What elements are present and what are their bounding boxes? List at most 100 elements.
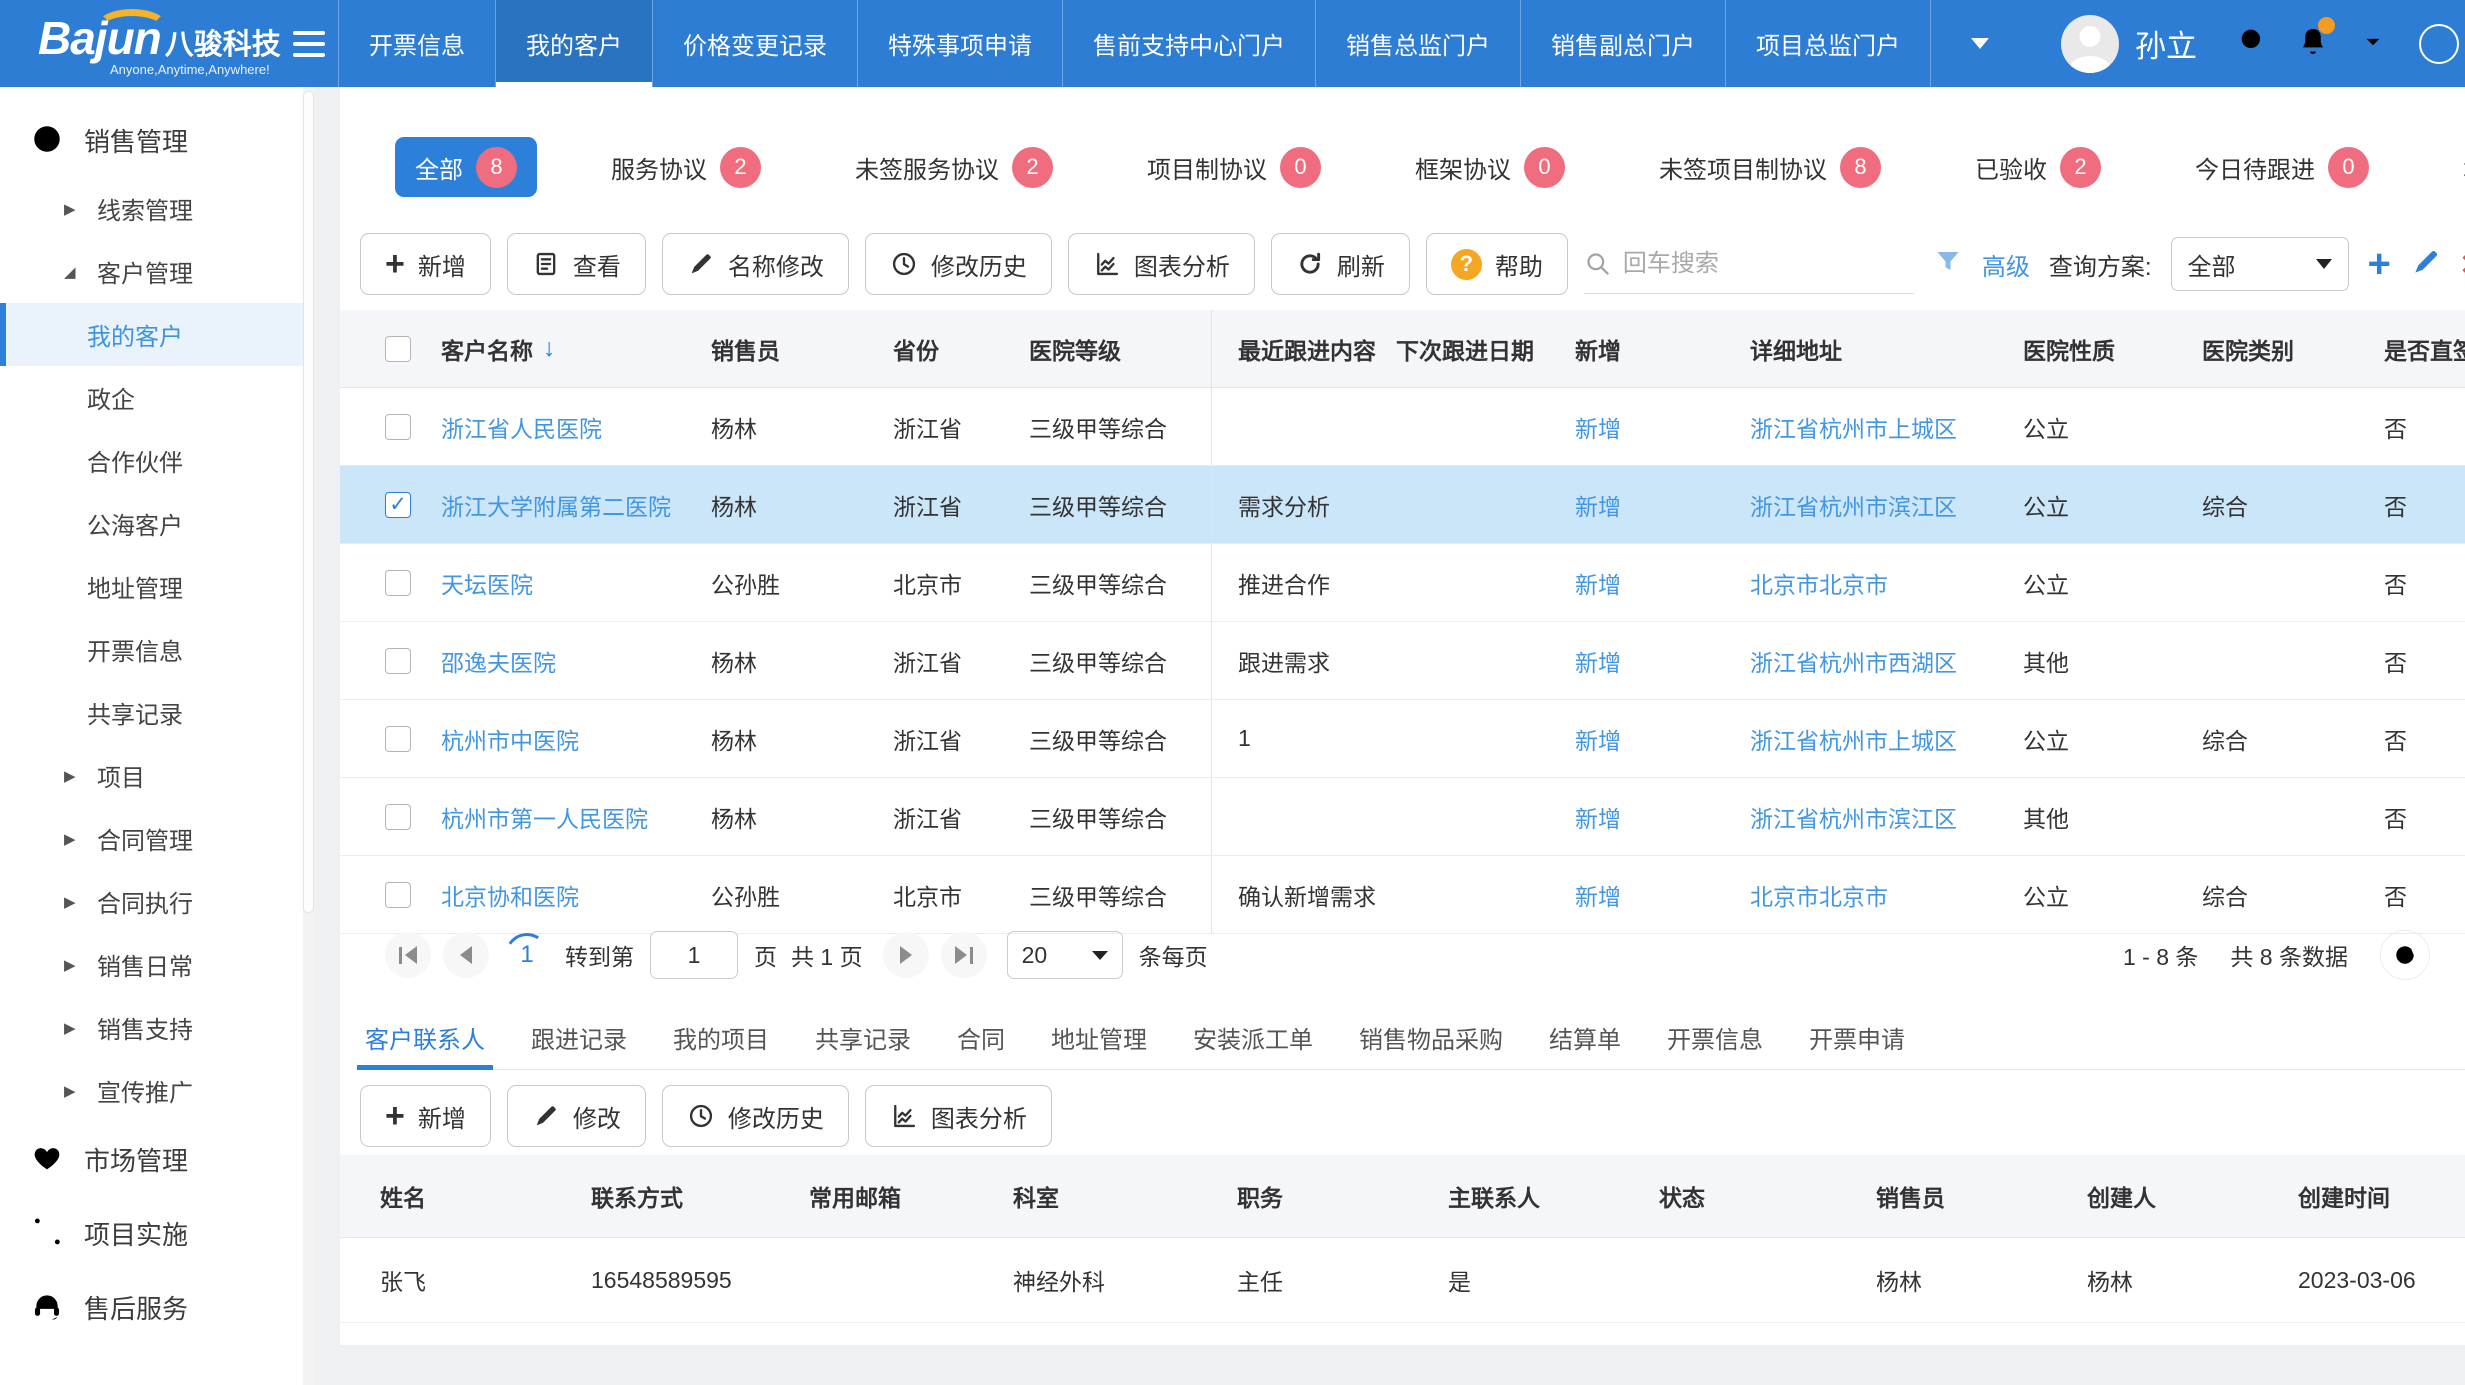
address-link[interactable]: 北京市北京市 [1750, 884, 1888, 910]
topnav-item[interactable]: 我的客户 [495, 0, 652, 87]
toolbar-button[interactable]: ?帮助 [1426, 233, 1568, 295]
toolbar-button[interactable]: 修改历史 [662, 1085, 849, 1147]
topnav-item[interactable]: 售前支持中心门户 [1062, 0, 1315, 87]
add-record-link[interactable]: 新增 [1575, 572, 1621, 598]
row-checkbox[interactable]: ✓ [385, 492, 411, 518]
toolbar-button[interactable]: 修改历史 [865, 233, 1052, 295]
query-scheme-select[interactable]: 全部 [2171, 237, 2349, 291]
customer-name-link[interactable]: 浙江大学附属第二医院 [441, 494, 671, 520]
sidebar-leaf-item[interactable]: 地址管理 [0, 555, 315, 618]
sidebar-sub-item[interactable]: ▶合同执行 [0, 870, 315, 933]
topnav-item[interactable]: 销售副总门户 [1520, 0, 1725, 87]
sidebar-group-item[interactable]: 销售管理 [0, 103, 315, 177]
add-record-link[interactable]: 新增 [1575, 806, 1621, 832]
toolbar-button[interactable]: 图表分析 [865, 1085, 1052, 1147]
sidebar-leaf-item[interactable]: 合作伙伴 [0, 429, 315, 492]
table-row[interactable]: 邵逸夫医院杨林浙江省三级甲等综合跟进需求新增浙江省杭州市西湖区其他否 [340, 622, 2465, 700]
address-link[interactable]: 浙江省杭州市西湖区 [1750, 650, 1957, 676]
detail-tab[interactable]: 合同 [957, 1005, 1005, 1069]
table-row[interactable]: 天坛医院公孙胜北京市三级甲等综合推进合作新增北京市北京市公立否 [340, 544, 2465, 622]
row-checkbox[interactable] [385, 726, 411, 752]
status-tab[interactable]: 全部8 [395, 137, 537, 197]
status-tab[interactable]: 已验收2 [1955, 137, 2121, 197]
status-tab[interactable]: 未签项目制协议8 [1639, 137, 1901, 197]
table-row[interactable]: 杭州市第一人民医院杨林浙江省三级甲等综合新增浙江省杭州市滨江区其他否 [340, 778, 2465, 856]
toolbar-button[interactable]: 刷新 [1271, 233, 1410, 295]
toolbar-button[interactable]: +新增 [360, 233, 491, 295]
sidebar-sub-item[interactable]: ▶线索管理 [0, 177, 315, 240]
status-tab[interactable]: 项目制协议0 [1127, 137, 1341, 197]
toolbar-button[interactable]: +新增 [360, 1085, 491, 1147]
page-size-select[interactable]: 20 [1007, 931, 1123, 979]
detail-tab[interactable]: 安装派工单 [1193, 1005, 1313, 1069]
app-logo[interactable]: Bajun 八骏科技 Anyone,Anytime,Anywhere! [0, 0, 281, 87]
customer-name-link[interactable]: 北京协和医院 [441, 884, 579, 910]
contact-table-row[interactable]: 张飞16548589595神经外科主任是杨林杨林2023-03-06 [340, 1238, 2465, 1323]
topnav-item[interactable]: 销售总监门户 [1315, 0, 1520, 87]
search-input[interactable] [1621, 249, 1914, 279]
add-scheme-icon[interactable]: + [2368, 244, 2391, 284]
page-number-input[interactable] [650, 931, 738, 979]
sidebar-leaf-item[interactable]: 我的客户 [0, 303, 315, 366]
detail-tab[interactable]: 结算单 [1549, 1005, 1621, 1069]
toolbar-button[interactable]: 修改 [507, 1085, 646, 1147]
customer-name-link[interactable]: 杭州市第一人民医院 [441, 806, 648, 832]
customer-name-link[interactable]: 天坛医院 [441, 572, 533, 598]
add-record-link[interactable]: 新增 [1575, 650, 1621, 676]
row-checkbox[interactable] [385, 414, 411, 440]
customer-name-link[interactable]: 浙江省人民医院 [441, 416, 602, 442]
sort-descending-icon[interactable]: ↓ [543, 334, 556, 363]
topnav-item[interactable]: 开票信息 [338, 0, 495, 87]
sidebar-leaf-item[interactable]: 开票信息 [0, 618, 315, 681]
topnav-item[interactable]: 特殊事项申请 [857, 0, 1062, 87]
status-tab[interactable]: 本周待跟进0 [2443, 137, 2465, 197]
detail-tab[interactable]: 开票申请 [1809, 1005, 1905, 1069]
sidebar-leaf-item[interactable]: 共享记录 [0, 681, 315, 744]
last-page-button[interactable] [941, 932, 987, 978]
row-checkbox[interactable] [385, 804, 411, 830]
filter-funnel-icon[interactable] [1933, 247, 1963, 282]
sidebar-sub-item[interactable]: ▶宣传推广 [0, 1059, 315, 1122]
search-icon[interactable] [2236, 24, 2270, 63]
sidebar-leaf-item[interactable]: 政企 [0, 366, 315, 429]
sidebar-group-item[interactable]: 市场管理 [0, 1122, 315, 1196]
detail-tab[interactable]: 销售物品采购 [1359, 1005, 1503, 1069]
sidebar-sub-item[interactable]: ▶合同管理 [0, 807, 315, 870]
customer-name-link[interactable]: 邵逸夫医院 [441, 650, 556, 676]
add-record-link[interactable]: 新增 [1575, 416, 1621, 442]
sidebar-scrollbar-thumb[interactable] [303, 91, 314, 913]
advanced-search-link[interactable]: 高级 [1982, 247, 2030, 282]
row-checkbox[interactable] [385, 570, 411, 596]
detail-tab[interactable]: 开票信息 [1667, 1005, 1763, 1069]
detail-tab[interactable]: 共享记录 [815, 1005, 911, 1069]
table-row[interactable]: 杭州市中医院杨林浙江省三级甲等综合1新增浙江省杭州市上城区公立综合否 [340, 700, 2465, 778]
current-page-indicator[interactable]: 1 [505, 933, 549, 977]
sidebar-sub-item[interactable]: ◢客户管理 [0, 240, 315, 303]
topnav-item[interactable]: 项目总监门户 [1725, 0, 1931, 87]
toolbar-button[interactable]: 查看 [507, 233, 646, 295]
sidebar-sub-item[interactable]: ▶销售支持 [0, 996, 315, 1059]
status-tab[interactable]: 框架协议0 [1395, 137, 1585, 197]
sidebar-scrollbar[interactable] [303, 87, 315, 1385]
table-row[interactable]: 北京协和医院公孙胜北京市三级甲等综合确认新增需求新增北京市北京市公立综合否 [340, 856, 2465, 934]
detail-tab[interactable]: 客户联系人 [365, 1005, 485, 1069]
address-link[interactable]: 浙江省杭州市上城区 [1750, 728, 1957, 754]
status-tab[interactable]: 未签服务协议2 [835, 137, 1073, 197]
first-page-button[interactable] [385, 932, 431, 978]
sidebar-sub-item[interactable]: ▶项目 [0, 744, 315, 807]
clipped-edge-icon[interactable] [2419, 24, 2459, 64]
sidebar-sub-item[interactable]: ▶销售日常 [0, 933, 315, 996]
address-link[interactable]: 北京市北京市 [1750, 572, 1888, 598]
detail-tab[interactable]: 跟进记录 [531, 1005, 627, 1069]
status-tab[interactable]: 今日待跟进0 [2175, 137, 2389, 197]
add-record-link[interactable]: 新增 [1575, 494, 1621, 520]
address-link[interactable]: 浙江省杭州市上城区 [1750, 416, 1957, 442]
detail-tab[interactable]: 我的项目 [673, 1005, 769, 1069]
bell-icon[interactable] [2296, 24, 2330, 63]
refresh-list-icon[interactable] [2380, 930, 2430, 980]
next-page-button[interactable] [883, 932, 929, 978]
table-row[interactable]: 浙江省人民医院杨林浙江省三级甲等综合新增浙江省杭州市上城区公立否 [340, 388, 2465, 466]
nav-overflow-caret-icon[interactable] [1971, 38, 1989, 49]
address-link[interactable]: 浙江省杭州市滨江区 [1750, 806, 1957, 832]
address-link[interactable]: 浙江省杭州市滨江区 [1750, 494, 1957, 520]
